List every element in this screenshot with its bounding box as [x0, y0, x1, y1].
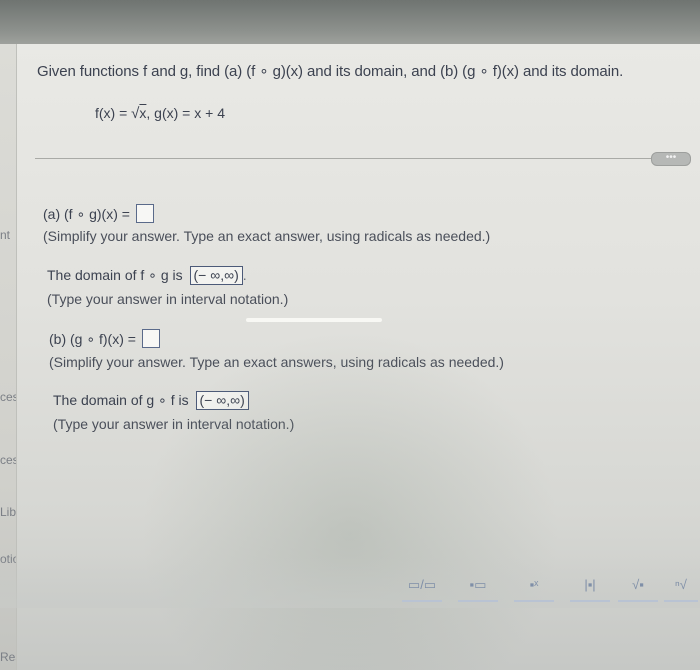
screen-glare: [246, 318, 382, 322]
part-b-domain-instruction: (Type your answer in interval notation.): [53, 416, 295, 432]
more-options-button[interactable]: •••: [651, 152, 691, 166]
g-definition: , g(x) = x + 4: [146, 105, 225, 121]
part-b-answer-input[interactable]: [141, 329, 160, 348]
part-a-answer-input[interactable]: [135, 204, 154, 223]
mixed-number-icon[interactable]: ▪▭: [458, 570, 498, 602]
part-a-domain-input[interactable]: (− ∞,∞): [189, 266, 243, 285]
f-definition-prefix: f(x) =: [95, 105, 132, 121]
part-b-instruction: (Simplify your answer. Type an exact ans…: [49, 354, 504, 370]
absolute-value-icon[interactable]: |▪|: [570, 570, 610, 602]
part-b-domain-input[interactable]: (− ∞,∞): [195, 391, 249, 410]
question-prompt: Given functions f and g, find (a) (f ∘ g…: [37, 63, 624, 80]
part-a-label: (a) (f ∘ g)(x) =: [43, 206, 130, 222]
part-b-label: (b) (g ∘ f)(x) =: [49, 331, 136, 347]
part-b-domain-label: The domain of g ∘ f is: [53, 392, 189, 408]
nth-root-icon[interactable]: ⁿ√: [664, 570, 698, 602]
text-cursor-icon: .: [242, 267, 247, 283]
exponent-icon[interactable]: ▪ˣ: [514, 570, 554, 602]
part-a-domain-row: The domain of f ∘ g is (− ∞,∞).: [47, 266, 247, 285]
section-divider: [35, 158, 665, 159]
function-definitions: f(x) = √x, g(x) = x + 4: [95, 105, 225, 122]
square-root-icon[interactable]: √▪: [618, 570, 658, 602]
part-a-instruction: (Simplify your answer. Type an exact ans…: [43, 228, 491, 244]
sidebar-item-0[interactable]: nt: [0, 228, 10, 242]
part-b-row: (b) (g ∘ f)(x) =: [49, 329, 160, 348]
fraction-icon[interactable]: ▭/▭: [402, 570, 442, 602]
part-a-row: (a) (f ∘ g)(x) =: [43, 204, 154, 223]
part-a-domain-instruction: (Type your answer in interval notation.): [47, 291, 289, 307]
part-a-domain-label: The domain of f ∘ g is: [47, 267, 183, 283]
part-b-domain-row: The domain of g ∘ f is (− ∞,∞): [53, 391, 249, 410]
